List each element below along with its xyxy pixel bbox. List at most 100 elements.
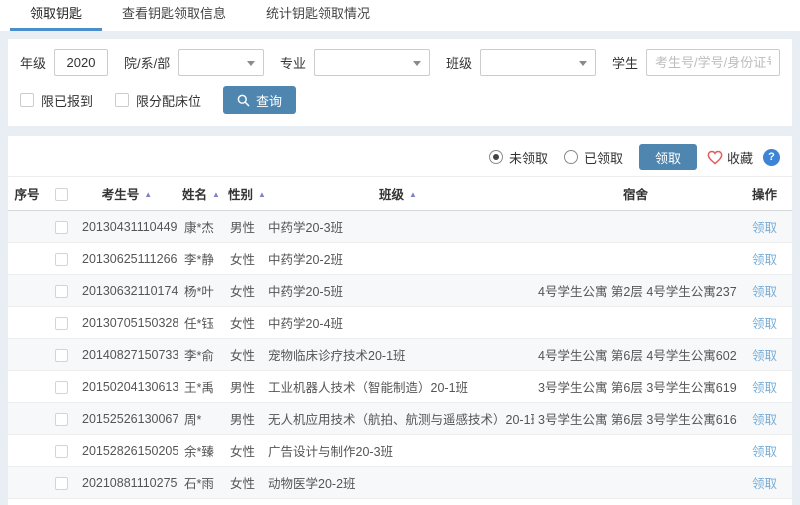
row-checkbox-cell <box>46 403 76 435</box>
header-gender[interactable]: 性别▲ <box>224 177 262 211</box>
name-cell: 石*雨 <box>178 467 224 499</box>
radio-claimed-circle[interactable] <box>564 150 578 164</box>
claim-link[interactable]: 领取 <box>752 477 777 491</box>
action-cell: 领取 <box>737 275 792 307</box>
row-index-cell <box>8 275 46 307</box>
name-cell: 康*杰 <box>178 211 224 243</box>
dorm-cell <box>534 211 737 243</box>
tab-key-claim-statistics[interactable]: 统计钥匙领取情况 <box>246 0 390 31</box>
row-checkbox[interactable] <box>55 413 68 426</box>
major-select[interactable] <box>314 49 430 76</box>
row-index-cell <box>8 403 46 435</box>
row-checkbox[interactable] <box>55 285 68 298</box>
dorm-cell: 3号学生公寓 第6层 3号学生公寓619 <box>534 371 737 403</box>
search-button[interactable]: 查询 <box>223 86 296 114</box>
row-checkbox[interactable] <box>55 221 68 234</box>
gender-cell: 男性 <box>224 403 262 435</box>
tab-claim-keys[interactable]: 领取钥匙 <box>10 0 102 31</box>
row-index-cell <box>8 371 46 403</box>
header-exam-no[interactable]: 考生号▲ <box>76 177 178 211</box>
header-class[interactable]: 班级▲ <box>262 177 534 211</box>
sort-asc-icon: ▲ <box>258 190 266 199</box>
row-checkbox[interactable] <box>55 477 68 490</box>
dorm-cell <box>534 243 737 275</box>
tab-view-key-claim-info[interactable]: 查看钥匙领取信息 <box>102 0 246 31</box>
major-label: 专业 <box>280 53 306 72</box>
checkbox-bed-assigned-label: 限分配床位 <box>136 91 201 110</box>
row-checkbox-cell <box>46 275 76 307</box>
claim-link[interactable]: 领取 <box>752 349 777 363</box>
row-checkbox[interactable] <box>55 381 68 394</box>
student-label: 学生 <box>612 53 638 72</box>
claim-link[interactable]: 领取 <box>752 317 777 331</box>
table-row: 20150204130613王*禹男性工业机器人技术（智能制造）20-1班3号学… <box>8 371 792 403</box>
name-cell: 王*禹 <box>178 371 224 403</box>
table-row: 20220183110384白*园女性宠物养护与驯导20-1班领取 <box>8 499 792 505</box>
chevron-down-icon <box>247 61 255 66</box>
claim-link[interactable]: 领取 <box>752 253 777 267</box>
tab-bar: 领取钥匙 查看钥匙领取信息 统计钥匙领取情况 <box>0 0 800 31</box>
table-row: 20140827150733李*俞女性宠物临床诊疗技术20-1班4号学生公寓 第… <box>8 339 792 371</box>
name-cell: 李*俞 <box>178 339 224 371</box>
claim-controls: 未领取 已领取 领取 收藏 ? <box>8 136 792 176</box>
class-cell: 中药学20-5班 <box>262 275 534 307</box>
table-row: 20130632110174杨*叶女性中药学20-5班4号学生公寓 第2层 4号… <box>8 275 792 307</box>
class-select[interactable] <box>480 49 596 76</box>
student-search-input[interactable] <box>646 49 780 76</box>
claim-link[interactable]: 领取 <box>752 285 777 299</box>
row-index-cell <box>8 499 46 505</box>
help-icon[interactable]: ? <box>763 149 780 166</box>
class-cell: 中药学20-4班 <box>262 307 534 339</box>
table-row: 20152826150205余*臻女性广告设计与制作20-3班领取 <box>8 435 792 467</box>
heart-icon <box>707 150 723 165</box>
chevron-down-icon <box>413 61 421 66</box>
header-name[interactable]: 姓名▲ <box>178 177 224 211</box>
class-cell: 中药学20-2班 <box>262 243 534 275</box>
claim-link[interactable]: 领取 <box>752 413 777 427</box>
grade-label: 年级 <box>20 53 46 72</box>
radio-unclaimed-circle[interactable] <box>489 150 503 164</box>
row-checkbox[interactable] <box>55 349 68 362</box>
radio-claimed-label: 已领取 <box>584 148 623 167</box>
checkbox-bed-assigned-box[interactable] <box>115 93 129 107</box>
grade-input[interactable] <box>54 49 108 76</box>
class-cell: 动物医学20-2班 <box>262 467 534 499</box>
radio-unclaimed[interactable]: 未领取 <box>489 148 548 167</box>
action-cell: 领取 <box>737 371 792 403</box>
favorite-control[interactable]: 收藏 <box>707 148 753 167</box>
action-cell: 领取 <box>737 339 792 371</box>
row-checkbox-cell <box>46 499 76 505</box>
class-cell: 中药学20-3班 <box>262 211 534 243</box>
claim-link[interactable]: 领取 <box>752 381 777 395</box>
exam-no-cell: 20130705150328 <box>76 307 178 339</box>
filter-row-fields: 年级 院/系/部 专业 班级 学生 <box>20 49 780 76</box>
gender-cell: 女性 <box>224 339 262 371</box>
search-button-label: 查询 <box>256 91 282 110</box>
row-checkbox[interactable] <box>55 445 68 458</box>
radio-claimed[interactable]: 已领取 <box>564 148 623 167</box>
row-index-cell <box>8 339 46 371</box>
claim-link[interactable]: 领取 <box>752 221 777 235</box>
checkbox-reported-box[interactable] <box>20 93 34 107</box>
filter-row-options: 限已报到 限分配床位 查询 <box>20 86 780 114</box>
action-cell: 领取 <box>737 211 792 243</box>
select-all-checkbox[interactable] <box>55 188 68 201</box>
exam-no-cell: 20140827150733 <box>76 339 178 371</box>
table-row: 20210881110275石*雨女性动物医学20-2班领取 <box>8 467 792 499</box>
action-cell: 领取 <box>737 403 792 435</box>
row-index-cell <box>8 467 46 499</box>
checkbox-bed-assigned[interactable]: 限分配床位 <box>115 91 201 110</box>
row-checkbox-cell <box>46 307 76 339</box>
gender-cell: 女性 <box>224 499 262 505</box>
exam-no-cell: 20210881110275 <box>76 467 178 499</box>
action-cell: 领取 <box>737 499 792 505</box>
row-checkbox[interactable] <box>55 253 68 266</box>
department-label: 院/系/部 <box>124 53 170 72</box>
claim-link[interactable]: 领取 <box>752 445 777 459</box>
checkbox-reported[interactable]: 限已报到 <box>20 91 93 110</box>
claim-button[interactable]: 领取 <box>639 144 697 170</box>
class-cell: 工业机器人技术（智能制造）20-1班 <box>262 371 534 403</box>
dorm-cell <box>534 499 737 505</box>
row-checkbox[interactable] <box>55 317 68 330</box>
department-select[interactable] <box>178 49 264 76</box>
